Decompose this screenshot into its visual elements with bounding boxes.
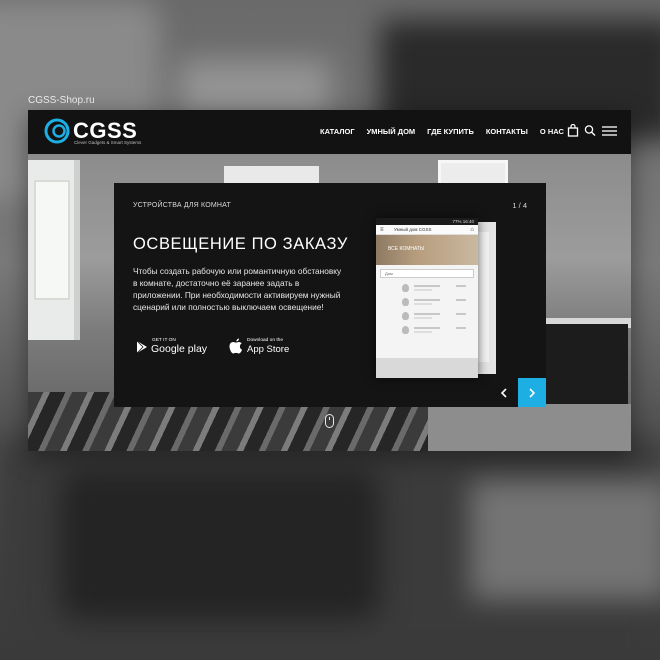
slide-category: УСТРОЙСТВА ДЛЯ КОМНАТ	[133, 202, 231, 209]
site-url: CGSS-Shop.ru	[28, 95, 95, 106]
phone-banner-text: ВСЕ КОМНАТЫ	[388, 246, 425, 252]
bag-icon[interactable]	[567, 124, 579, 137]
logo-mark-icon	[44, 118, 70, 144]
slide-counter: 1 / 4	[512, 201, 527, 210]
phone-status-bar: 77% 16:40	[376, 218, 478, 225]
phone-mockup: 77% 16:40 Умный дом CGSS ≡ ⌂ ВСЕ КОМНАТЫ…	[376, 218, 478, 378]
main-nav: КАТАЛОГ УМНЫЙ ДОМ ГДЕ КУПИТЬ КОНТАКТЫ О …	[320, 127, 576, 136]
apple-icon	[229, 338, 242, 354]
logo-tagline: Clever Gadgets & Smart Systems	[74, 140, 142, 145]
website-frame: CGSS Clever Gadgets & Smart Systems КАТА…	[28, 110, 631, 451]
slide-title: ОСВЕЩЕНИЕ ПО ЗАКАЗУ	[133, 235, 348, 253]
phone-app-title: Умный дом CGSS	[394, 227, 432, 232]
scroll-down-icon[interactable]	[325, 414, 334, 428]
phone-list-item	[382, 310, 472, 322]
phone-banner: ВСЕ КОМНАТЫ	[376, 235, 478, 265]
search-icon[interactable]	[584, 124, 596, 137]
nav-item-smart-home[interactable]: УМНЫЙ ДОМ	[367, 127, 416, 136]
nav-item-contacts[interactable]: КОНТАКТЫ	[486, 127, 528, 136]
nav-item-where-to-buy[interactable]: ГДЕ КУПИТЬ	[427, 127, 474, 136]
app-store-label: App Store	[247, 344, 290, 355]
phone-app-bar: Умный дом CGSS ≡ ⌂	[376, 225, 478, 235]
google-play-button[interactable]: GET IT ON Google play	[136, 337, 208, 359]
slider-next-button[interactable]	[518, 378, 546, 407]
google-play-label: Google play	[151, 343, 208, 355]
phone-list-item	[382, 282, 472, 294]
phone-home-icon: ⌂	[470, 227, 474, 233]
phone-list-item	[382, 324, 472, 336]
site-header: CGSS Clever Gadgets & Smart Systems КАТА…	[28, 110, 631, 154]
google-play-icon	[136, 340, 147, 354]
slide-description: Чтобы создать рабочую или романтичную об…	[133, 266, 342, 312]
logo[interactable]: CGSS Clever Gadgets & Smart Systems	[44, 118, 164, 148]
slide-panel: УСТРОЙСТВА ДЛЯ КОМНАТ 1 / 4 ОСВЕЩЕНИЕ ПО…	[114, 183, 546, 407]
phone-list-item	[382, 296, 472, 308]
app-store-button[interactable]: Download on the App Store	[228, 337, 298, 359]
chevron-right-icon	[529, 387, 536, 398]
menu-icon[interactable]	[602, 125, 617, 137]
phone-menu-icon: ≡	[380, 227, 384, 233]
nav-item-about[interactable]: О НАС	[540, 127, 564, 136]
app-store-small-label: Download on the	[247, 338, 284, 343]
phone-room-select: Дом	[380, 269, 474, 278]
slider-prev-button[interactable]	[490, 378, 518, 407]
hero-slider: УСТРОЙСТВА ДЛЯ КОМНАТ 1 / 4 ОСВЕЩЕНИЕ ПО…	[28, 154, 631, 451]
room-window	[28, 160, 80, 340]
chevron-left-icon	[500, 387, 507, 398]
nav-item-catalog[interactable]: КАТАЛОГ	[320, 127, 355, 136]
